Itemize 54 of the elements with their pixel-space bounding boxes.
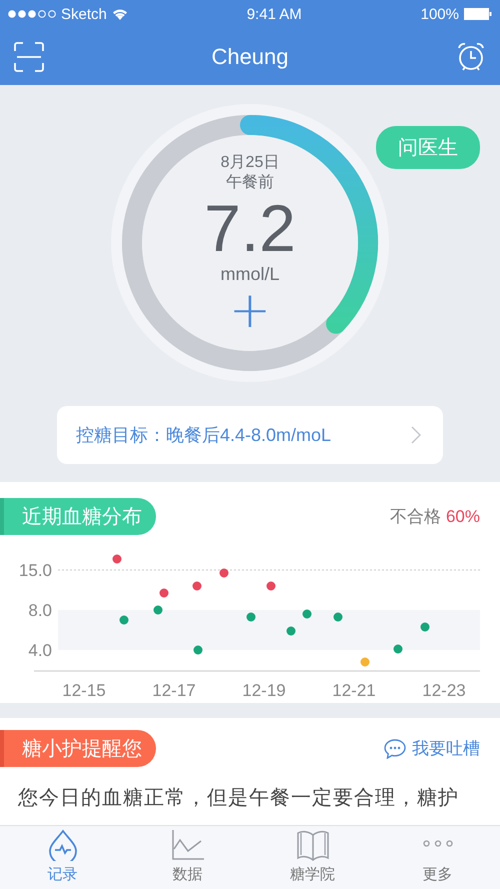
reading-date: 8月25日 [220,153,280,173]
add-reading-button[interactable]: + [225,287,275,333]
book-icon [296,829,330,861]
blood-drop-icon [48,829,78,861]
alarm-clock-icon[interactable] [456,42,486,72]
data-point [302,610,312,618]
data-point [112,554,122,564]
data-point [192,582,202,590]
line-chart-icon [170,829,204,861]
nav-title: Cheung [211,44,289,70]
tab-bar-item[interactable]: 记录 [0,826,125,889]
battery-percent: 100% [420,6,459,22]
data-point [394,644,402,654]
section-title: 近期血糖分布 [0,498,156,535]
status-time: 9:41 AM [246,6,302,22]
glucose-value: 7.2 [204,193,296,263]
feedback-link[interactable]: 我要吐槽 [384,737,480,760]
scan-icon[interactable] [14,42,44,72]
data-point [246,612,256,622]
x-tick-label: 12-21 [332,681,376,700]
x-tick-label: 12-23 [422,681,466,700]
meal-time: 午餐前 [226,173,274,193]
data-point [120,616,128,624]
data-point [266,582,276,590]
x-tick-label: 12-15 [62,681,106,700]
more-icon [422,840,452,847]
x-tick-label: 12-17 [152,681,196,700]
data-point [220,568,228,578]
data-point [194,646,202,654]
y-tick-label: 8.0 [28,601,52,620]
chat-bubble-icon [384,738,406,758]
glucose-target-button[interactable]: 控糖目标：晚餐后4.4-8.0m/moL [57,406,443,464]
tab-bar-item[interactable]: 糖学院 [250,826,375,889]
data-point [154,606,162,614]
data-point [420,622,430,632]
data-point [286,626,296,636]
signal-icon [8,10,56,18]
reminder-message: 您今日的血糖正常，但是午餐一定要合理，糖护 [18,786,459,811]
chevron-right-icon [411,426,421,444]
data-point [360,658,370,666]
x-tick-label: 12-19 [242,681,286,700]
y-tick-label: 4.0 [28,641,52,660]
fail-rate: 不合格 60% [390,506,480,528]
glucose-unit: mmol/L [220,263,280,285]
carrier-name: Sketch [61,6,107,22]
tab-bar-item[interactable]: 数据 [125,826,250,889]
ask-doctor-button[interactable]: 问医生 [376,126,480,169]
wifi-icon [112,8,128,20]
battery-icon [464,8,492,20]
tab-bar-item[interactable]: 更多 [375,826,500,889]
section-title: 糖小护提醒您 [0,730,156,767]
y-tick-label: 15.0 [18,561,52,580]
data-point [334,612,342,622]
data-point [160,588,168,598]
